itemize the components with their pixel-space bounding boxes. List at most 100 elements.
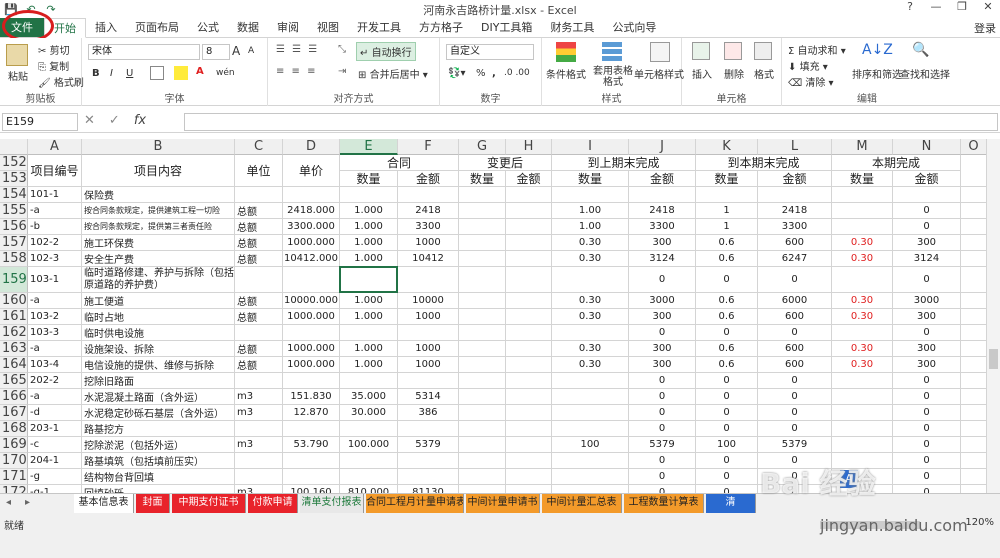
- underline-button[interactable]: U: [126, 68, 133, 79]
- merge-center-button[interactable]: ⊞ 合并后居中 ▾: [358, 66, 428, 81]
- cell-k-159[interactable]: 0: [696, 267, 758, 293]
- tab-formulas[interactable]: 公式: [188, 18, 228, 37]
- cell-n-164[interactable]: 300: [893, 357, 961, 373]
- cell-f-167[interactable]: 386: [398, 405, 459, 421]
- cell-b-159[interactable]: 临时道路修建、养护与拆除（包括原道路的养护费）: [82, 267, 235, 293]
- comma-button[interactable]: ,: [492, 68, 496, 79]
- cell-g-161[interactable]: [459, 309, 506, 325]
- cell-i-155[interactable]: 1.00: [552, 203, 629, 219]
- sheet-tab[interactable]: 基本信息表: [74, 494, 134, 513]
- cell-o-172[interactable]: [961, 485, 986, 493]
- cell-d-163[interactable]: 1000.000: [283, 341, 340, 357]
- cell-j-164[interactable]: 300: [629, 357, 696, 373]
- cell-f-158[interactable]: 10412: [398, 251, 459, 267]
- cell-h-164[interactable]: [506, 357, 552, 373]
- italic-button[interactable]: I: [110, 68, 113, 79]
- column-header-f[interactable]: F: [398, 139, 459, 155]
- wrap-text-button[interactable]: ↵ 自动换行: [356, 42, 416, 61]
- decimal-icons[interactable]: .0 .00: [504, 68, 530, 78]
- row-header[interactable]: 167: [0, 405, 28, 421]
- cell-l-171[interactable]: 0: [758, 469, 832, 485]
- cell-g-166[interactable]: [459, 389, 506, 405]
- cell-o-161[interactable]: [961, 309, 986, 325]
- cell-b-160[interactable]: 施工便道: [82, 293, 235, 309]
- cell-j-169[interactable]: 5379: [629, 437, 696, 453]
- cell-k-166[interactable]: 0: [696, 389, 758, 405]
- cell-m-164[interactable]: 0.30: [832, 357, 893, 373]
- cell-m-170[interactable]: [832, 453, 893, 469]
- cell-m-163[interactable]: 0.30: [832, 341, 893, 357]
- cell-l-169[interactable]: 5379: [758, 437, 832, 453]
- cell-f-164[interactable]: 1000: [398, 357, 459, 373]
- row-header[interactable]: 166: [0, 389, 28, 405]
- cell-a-154[interactable]: 101-1: [28, 187, 82, 203]
- cell-l-172[interactable]: 0: [758, 485, 832, 493]
- cell-f-171[interactable]: [398, 469, 459, 485]
- sort-filter-button[interactable]: 排序和筛选: [852, 66, 902, 81]
- cell-f-168[interactable]: [398, 421, 459, 437]
- column-header-a[interactable]: A: [28, 139, 82, 155]
- cell-c-170[interactable]: [235, 453, 283, 469]
- cell-a-156[interactable]: -b: [28, 219, 82, 235]
- tab-file[interactable]: 文件: [0, 18, 44, 37]
- copy-button[interactable]: ⎘ 复制: [38, 58, 69, 73]
- cell-n-162[interactable]: 0: [893, 325, 961, 341]
- cell-d-168[interactable]: [283, 421, 340, 437]
- cell-c-167[interactable]: m3: [235, 405, 283, 421]
- formula-input[interactable]: [184, 113, 998, 131]
- cell-m-157[interactable]: 0.30: [832, 235, 893, 251]
- paste-button[interactable]: 粘贴: [8, 68, 28, 83]
- column-header-c[interactable]: C: [235, 139, 283, 155]
- worksheet-grid[interactable]: A B C D E F G H I J K L M N O 152 153 项目编号 项目内容 单位 单价 合同 数量 金额变…: [0, 139, 986, 493]
- fill-button[interactable]: ⬇ 填充 ▾: [788, 58, 828, 73]
- cell-e-156[interactable]: 1.000: [340, 219, 398, 235]
- cell-d-162[interactable]: [283, 325, 340, 341]
- cell-d-159[interactable]: [283, 267, 340, 293]
- cell-f-165[interactable]: [398, 373, 459, 389]
- login-link[interactable]: 登录: [974, 20, 996, 36]
- format-painter-button[interactable]: 🖌 格式刷: [38, 74, 84, 89]
- phonetic-button[interactable]: wén: [216, 68, 235, 78]
- font-name-select[interactable]: 宋体: [88, 44, 200, 60]
- currency-icon[interactable]: 💱▾: [448, 68, 465, 79]
- cell-e-162[interactable]: [340, 325, 398, 341]
- sheet-tab[interactable]: 合同工程月计量申请表: [366, 494, 464, 513]
- help-button[interactable]: ?: [902, 0, 918, 13]
- cell-m-155[interactable]: [832, 203, 893, 219]
- cell-n-157[interactable]: 300: [893, 235, 961, 251]
- cell-f-159[interactable]: [398, 267, 459, 293]
- cell-g-162[interactable]: [459, 325, 506, 341]
- cell-c-158[interactable]: 总额: [235, 251, 283, 267]
- row-header[interactable]: 162: [0, 325, 28, 341]
- cell-f-169[interactable]: 5379: [398, 437, 459, 453]
- cell-h-163[interactable]: [506, 341, 552, 357]
- cell-h-154[interactable]: [506, 187, 552, 203]
- row-header[interactable]: 158: [0, 251, 28, 267]
- cell-b-165[interactable]: 挖除旧路面: [82, 373, 235, 389]
- sheet-next-icon[interactable]: ▸: [25, 497, 30, 508]
- cell-a-168[interactable]: 203-1: [28, 421, 82, 437]
- cell-o-157[interactable]: [961, 235, 986, 251]
- cell-f-157[interactable]: 1000: [398, 235, 459, 251]
- cell-n-156[interactable]: 0: [893, 219, 961, 235]
- cell-g-171[interactable]: [459, 469, 506, 485]
- cell-b-166[interactable]: 水泥混凝土路面（含外运）: [82, 389, 235, 405]
- cell-a-167[interactable]: -d: [28, 405, 82, 421]
- cell-i-169[interactable]: 100: [552, 437, 629, 453]
- cell-i-158[interactable]: 0.30: [552, 251, 629, 267]
- cell-i-168[interactable]: [552, 421, 629, 437]
- fill-color-icon[interactable]: [174, 66, 188, 80]
- cell-h-165[interactable]: [506, 373, 552, 389]
- cell-m-162[interactable]: [832, 325, 893, 341]
- cell-j-162[interactable]: 0: [629, 325, 696, 341]
- cell-j-157[interactable]: 300: [629, 235, 696, 251]
- cell-n-171[interactable]: 0: [893, 469, 961, 485]
- cell-h-161[interactable]: [506, 309, 552, 325]
- row-header[interactable]: 154: [0, 187, 28, 203]
- sheet-tab[interactable]: 中间计量申请书: [466, 494, 540, 513]
- row-header[interactable]: 155: [0, 203, 28, 219]
- cell-o-170[interactable]: [961, 453, 986, 469]
- cell-e-167[interactable]: 30.000: [340, 405, 398, 421]
- column-header-g[interactable]: G: [459, 139, 506, 155]
- cell-f-170[interactable]: [398, 453, 459, 469]
